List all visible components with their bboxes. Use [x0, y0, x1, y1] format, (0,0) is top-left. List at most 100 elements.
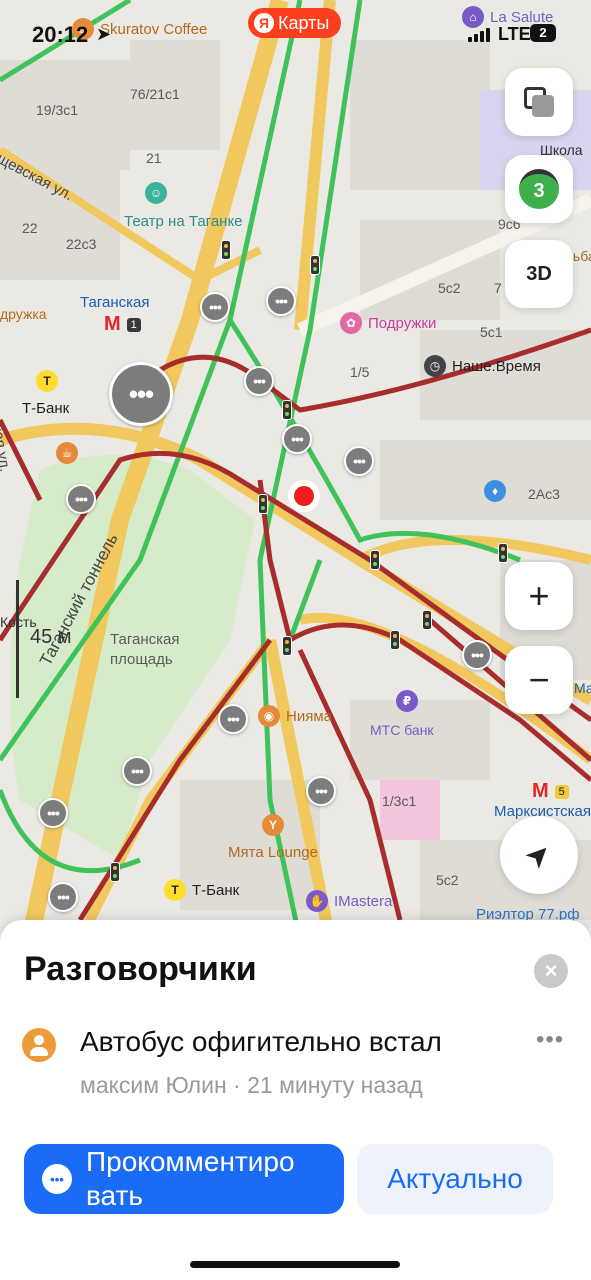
chat-pin-selected[interactable]: •••	[109, 362, 173, 426]
brand-label: Карты	[278, 12, 330, 33]
theatre-icon: ☺	[145, 182, 167, 204]
shirt-icon: ♦	[484, 480, 506, 502]
partial-label: дружка	[0, 306, 47, 322]
layers-icon	[524, 87, 554, 117]
poi-myata[interactable]: Y	[262, 814, 284, 836]
traffic-level-icon: 3	[519, 169, 559, 209]
comment-button-label: Прокомментиро вать	[86, 1146, 295, 1211]
clock-icon: ◷	[424, 355, 446, 377]
poi-nashe-vremya[interactable]: ◷ Наше.Время	[424, 355, 541, 377]
chat-pin[interactable]: •••	[38, 798, 68, 828]
map-canvas	[0, 0, 591, 940]
traffic-light-icon	[422, 610, 432, 630]
traffic-light-icon	[498, 543, 508, 563]
house-number: 21	[146, 150, 162, 166]
nails-icon: ✋	[306, 890, 328, 912]
house-number: 5с1	[480, 324, 503, 340]
traffic-light-icon	[282, 400, 292, 420]
yandex-maps-logo: Я Карты	[248, 8, 342, 38]
poi-tbank-2[interactable]: Т Т-Банк	[164, 879, 239, 901]
poi-mts-bank[interactable]: ₽	[396, 690, 418, 712]
traffic-light-icon	[282, 636, 292, 656]
poi-tbank-1[interactable]: Т	[36, 370, 58, 392]
house-number: 5с2	[436, 872, 459, 888]
chat-pin[interactable]: •••	[244, 366, 274, 396]
metro-line-badge: М 1	[104, 313, 141, 336]
map-view[interactable]: ☕ Skuratov Coffee ⌂ La Salute ☺ Театр на…	[0, 0, 591, 940]
chat-pin[interactable]: •••	[266, 286, 296, 316]
bank-icon: Т	[164, 879, 186, 901]
house-number: 22	[22, 220, 38, 236]
coffee-icon: ☕	[56, 442, 78, 464]
chat-pin[interactable]: •••	[344, 446, 374, 476]
traffic-light-icon	[390, 630, 400, 650]
poi-theatre-label: Театр на Таганке	[124, 213, 243, 230]
metro-icon: М	[532, 780, 549, 802]
message-text: Автобус офигительно встал	[80, 1026, 442, 1057]
message-meta: максим Юлин · 21 минуту назад	[80, 1072, 423, 1099]
house-number: 2Ас3	[528, 486, 560, 502]
chat-pin[interactable]: •••	[122, 756, 152, 786]
home-indicator	[190, 1261, 400, 1268]
map-scale-label: 45 м	[30, 626, 72, 648]
traffic-button[interactable]: 3	[505, 155, 573, 223]
comment-button[interactable]: ••• Прокомментиро вать	[24, 1144, 344, 1214]
poi-niyama[interactable]: ◉ Нияма	[258, 705, 332, 727]
street-label: Таганская площадь	[110, 631, 180, 668]
house-number: 19/3с1	[36, 102, 79, 118]
zoom-out-button[interactable]: −	[505, 646, 573, 714]
poi-tbank-1-label: Т-Банк	[22, 400, 70, 417]
poi-cafe[interactable]: ☕	[56, 442, 78, 464]
zoom-in-button[interactable]: +	[505, 562, 573, 630]
meta-separator: ·	[226, 1072, 248, 1098]
house-number: 5с2	[438, 280, 461, 296]
poi-metro-marksistskaya[interactable]: М 5	[532, 780, 569, 803]
traffic-light-icon	[370, 550, 380, 570]
yandex-logo-icon: Я	[254, 13, 274, 33]
layers-button[interactable]	[505, 68, 573, 136]
traffic-light-icon	[221, 240, 231, 260]
status-time: 20:12	[32, 22, 89, 47]
view-3d-button[interactable]: 3D	[505, 240, 573, 308]
navigation-arrow-icon: ➤	[518, 834, 560, 876]
actual-button[interactable]: Актуально	[357, 1144, 553, 1214]
cocktail-icon: Y	[262, 814, 284, 836]
chat-pin[interactable]: •••	[66, 484, 96, 514]
poi-podruzhki[interactable]: ✿ Подружки	[340, 312, 436, 334]
chat-pin[interactable]: •••	[218, 704, 248, 734]
zoom-controls: + −	[505, 562, 573, 714]
traffic-light-icon	[310, 255, 320, 275]
avatar	[22, 1028, 56, 1062]
author-name: максим Юлин	[80, 1072, 227, 1098]
chat-pin[interactable]: •••	[48, 882, 78, 912]
close-button[interactable]: ×	[534, 954, 568, 988]
metro-icon: М	[104, 313, 121, 335]
chat-pin[interactable]: •••	[462, 640, 492, 670]
chat-bottom-sheet: Разговорчики × Автобус офигительно встал…	[0, 920, 591, 1280]
house-number: 76/21с1	[130, 86, 180, 102]
network-type: LTE	[498, 24, 531, 44]
poi-metro-taganskaya[interactable]: Таганская	[80, 294, 149, 311]
house-number: 22с3	[66, 236, 97, 252]
my-location-button[interactable]: ➤	[500, 816, 578, 894]
chat-pin[interactable]: •••	[200, 292, 230, 322]
time-ago: 21 минуту назад	[247, 1072, 423, 1098]
location-arrow-icon: ➤	[96, 24, 112, 44]
poi-mts-bank-label: МТС банк	[370, 722, 434, 738]
house-number: 7	[494, 280, 502, 296]
map-scale-bar	[16, 580, 19, 698]
poi-theatre[interactable]: ☺	[145, 182, 167, 204]
chat-pin[interactable]: •••	[306, 776, 336, 806]
poi-shirt[interactable]: ♦	[484, 480, 506, 502]
sheet-title: Разговорчики	[24, 950, 257, 988]
poi-imastera[interactable]: ✋ IMastera	[306, 890, 392, 912]
traffic-light-icon	[258, 494, 268, 514]
partial-label: Маркс	[574, 680, 591, 696]
signal-icon	[468, 28, 490, 42]
bank-icon: ₽	[396, 690, 418, 712]
traffic-light-icon	[110, 862, 120, 882]
chat-bubble-icon: •••	[42, 1164, 72, 1194]
battery-icon: 2	[530, 24, 556, 42]
chat-pin[interactable]: •••	[282, 424, 312, 454]
more-options-button[interactable]: •••	[536, 1026, 564, 1054]
